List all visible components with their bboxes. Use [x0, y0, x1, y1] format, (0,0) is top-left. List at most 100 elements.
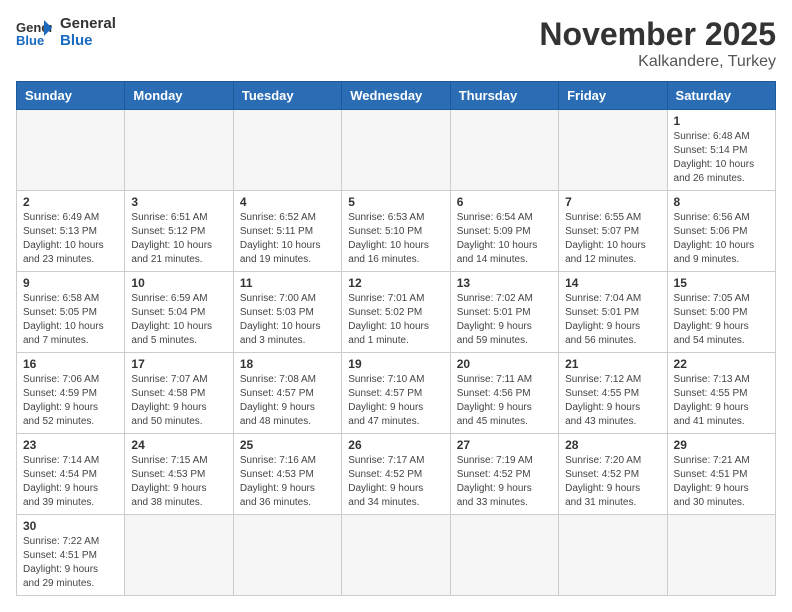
day-info: Sunrise: 7:13 AM Sunset: 4:55 PM Dayligh… [674, 373, 769, 429]
calendar-week-row: 23 Sunrise: 7:14 AM Sunset: 4:54 PM Dayli… [17, 434, 776, 515]
day-info: Sunrise: 6:54 AM Sunset: 5:09 PM Dayligh… [457, 211, 552, 267]
day-info: Sunrise: 6:59 AM Sunset: 5:04 PM Dayligh… [131, 292, 226, 348]
day-info: Sunrise: 6:56 AM Sunset: 5:06 PM Dayligh… [674, 211, 769, 267]
day-info: Sunrise: 7:17 AM Sunset: 4:52 PM Dayligh… [348, 454, 443, 510]
calendar-cell: 12 Sunrise: 7:01 AM Sunset: 5:02 PM Dayli… [342, 272, 450, 353]
calendar-cell [233, 110, 341, 191]
calendar-cell: 8 Sunrise: 6:56 AM Sunset: 5:06 PM Daylig… [667, 191, 775, 272]
day-info: Sunrise: 7:14 AM Sunset: 4:54 PM Dayligh… [23, 454, 118, 510]
day-number: 4 [240, 195, 335, 209]
location-subtitle: Kalkandere, Turkey [539, 53, 776, 71]
day-number: 2 [23, 195, 118, 209]
day-number: 18 [240, 357, 335, 371]
calendar-cell: 21 Sunrise: 7:12 AM Sunset: 4:55 PM Dayli… [559, 353, 667, 434]
calendar-cell: 20Sunrise: 7:11 AM Sunset: 4:56 PM Dayli… [450, 353, 558, 434]
calendar-cell: 24Sunrise: 7:15 AM Sunset: 4:53 PM Dayli… [125, 434, 233, 515]
day-number: 3 [131, 195, 226, 209]
calendar-cell: 11 Sunrise: 7:00 AM Sunset: 5:03 PM Dayli… [233, 272, 341, 353]
day-number: 25 [240, 438, 335, 452]
calendar-table: SundayMondayTuesdayWednesdayThursdayFrid… [16, 81, 776, 596]
calendar-cell [450, 110, 558, 191]
day-info: Sunrise: 7:07 AM Sunset: 4:58 PM Dayligh… [131, 373, 226, 429]
day-number: 1 [674, 114, 769, 128]
day-info: Sunrise: 6:51 AM Sunset: 5:12 PM Dayligh… [131, 211, 226, 267]
day-info: Sunrise: 6:49 AM Sunset: 5:13 PM Dayligh… [23, 211, 118, 267]
day-info: Sunrise: 6:53 AM Sunset: 5:10 PM Dayligh… [348, 211, 443, 267]
calendar-cell: 18 Sunrise: 7:08 AM Sunset: 4:57 PM Dayli… [233, 353, 341, 434]
logo-general-text: General [60, 16, 116, 33]
calendar-week-row: 30Sunrise: 7:22 AM Sunset: 4:51 PM Dayli… [17, 515, 776, 596]
calendar-cell [450, 515, 558, 596]
day-info: Sunrise: 7:06 AM Sunset: 4:59 PM Dayligh… [23, 373, 118, 429]
calendar-cell [342, 110, 450, 191]
calendar-header-monday: Monday [125, 82, 233, 110]
calendar-cell: 17 Sunrise: 7:07 AM Sunset: 4:58 PM Dayli… [125, 353, 233, 434]
calendar-cell [17, 110, 125, 191]
day-number: 11 [240, 276, 335, 290]
calendar-cell: 13Sunrise: 7:02 AM Sunset: 5:01 PM Dayli… [450, 272, 558, 353]
day-number: 28 [565, 438, 660, 452]
day-number: 29 [674, 438, 769, 452]
calendar-cell [342, 515, 450, 596]
calendar-cell [233, 515, 341, 596]
calendar-cell: 6 Sunrise: 6:54 AM Sunset: 5:09 PM Daylig… [450, 191, 558, 272]
day-info: Sunrise: 7:19 AM Sunset: 4:52 PM Dayligh… [457, 454, 552, 510]
day-info: Sunrise: 7:08 AM Sunset: 4:57 PM Dayligh… [240, 373, 335, 429]
calendar-cell: 9Sunrise: 6:58 AM Sunset: 5:05 PM Daylig… [17, 272, 125, 353]
day-number: 5 [348, 195, 443, 209]
day-number: 14 [565, 276, 660, 290]
day-info: Sunrise: 7:02 AM Sunset: 5:01 PM Dayligh… [457, 292, 552, 348]
day-number: 8 [674, 195, 769, 209]
calendar-cell: 10 Sunrise: 6:59 AM Sunset: 5:04 PM Dayli… [125, 272, 233, 353]
day-number: 10 [131, 276, 226, 290]
title-block: November 2025 Kalkandere, Turkey [539, 16, 776, 71]
day-info: Sunrise: 7:04 AM Sunset: 5:01 PM Dayligh… [565, 292, 660, 348]
day-number: 23 [23, 438, 118, 452]
day-info: Sunrise: 6:55 AM Sunset: 5:07 PM Dayligh… [565, 211, 660, 267]
day-info: Sunrise: 6:52 AM Sunset: 5:11 PM Dayligh… [240, 211, 335, 267]
calendar-cell: 1Sunrise: 6:48 AM Sunset: 5:14 PM Daylig… [667, 110, 775, 191]
day-number: 15 [674, 276, 769, 290]
day-info: Sunrise: 7:01 AM Sunset: 5:02 PM Dayligh… [348, 292, 443, 348]
calendar-cell: 15 Sunrise: 7:05 AM Sunset: 5:00 PM Dayli… [667, 272, 775, 353]
logo-blue-text: Blue [60, 33, 116, 50]
day-info: Sunrise: 7:21 AM Sunset: 4:51 PM Dayligh… [674, 454, 769, 510]
calendar-week-row: 9Sunrise: 6:58 AM Sunset: 5:05 PM Daylig… [17, 272, 776, 353]
day-number: 7 [565, 195, 660, 209]
calendar-cell: 30Sunrise: 7:22 AM Sunset: 4:51 PM Dayli… [17, 515, 125, 596]
day-number: 21 [565, 357, 660, 371]
day-number: 17 [131, 357, 226, 371]
day-info: Sunrise: 7:00 AM Sunset: 5:03 PM Dayligh… [240, 292, 335, 348]
calendar-week-row: 2 Sunrise: 6:49 AM Sunset: 5:13 PM Daylig… [17, 191, 776, 272]
calendar-header-saturday: Saturday [667, 82, 775, 110]
logo: General Blue General Blue [16, 16, 116, 49]
calendar-header-sunday: Sunday [17, 82, 125, 110]
calendar-cell [125, 515, 233, 596]
day-number: 30 [23, 519, 118, 533]
svg-text:Blue: Blue [16, 33, 44, 48]
calendar-cell: 27 Sunrise: 7:19 AM Sunset: 4:52 PM Dayli… [450, 434, 558, 515]
day-info: Sunrise: 7:05 AM Sunset: 5:00 PM Dayligh… [674, 292, 769, 348]
calendar-cell: 29 Sunrise: 7:21 AM Sunset: 4:51 PM Dayli… [667, 434, 775, 515]
calendar-cell: 16Sunrise: 7:06 AM Sunset: 4:59 PM Dayli… [17, 353, 125, 434]
day-number: 12 [348, 276, 443, 290]
day-info: Sunrise: 7:16 AM Sunset: 4:53 PM Dayligh… [240, 454, 335, 510]
calendar-cell: 22 Sunrise: 7:13 AM Sunset: 4:55 PM Dayli… [667, 353, 775, 434]
day-number: 6 [457, 195, 552, 209]
day-number: 24 [131, 438, 226, 452]
day-number: 19 [348, 357, 443, 371]
day-number: 26 [348, 438, 443, 452]
calendar-cell [125, 110, 233, 191]
calendar-week-row: 1Sunrise: 6:48 AM Sunset: 5:14 PM Daylig… [17, 110, 776, 191]
calendar-cell: 4 Sunrise: 6:52 AM Sunset: 5:11 PM Daylig… [233, 191, 341, 272]
calendar-cell [667, 515, 775, 596]
calendar-header-wednesday: Wednesday [342, 82, 450, 110]
day-info: Sunrise: 6:58 AM Sunset: 5:05 PM Dayligh… [23, 292, 118, 348]
calendar-cell [559, 515, 667, 596]
day-number: 22 [674, 357, 769, 371]
day-info: Sunrise: 7:12 AM Sunset: 4:55 PM Dayligh… [565, 373, 660, 429]
day-info: Sunrise: 7:11 AM Sunset: 4:56 PM Dayligh… [457, 373, 552, 429]
page-header: General Blue General Blue November 2025 … [16, 16, 776, 71]
calendar-header-friday: Friday [559, 82, 667, 110]
day-number: 27 [457, 438, 552, 452]
